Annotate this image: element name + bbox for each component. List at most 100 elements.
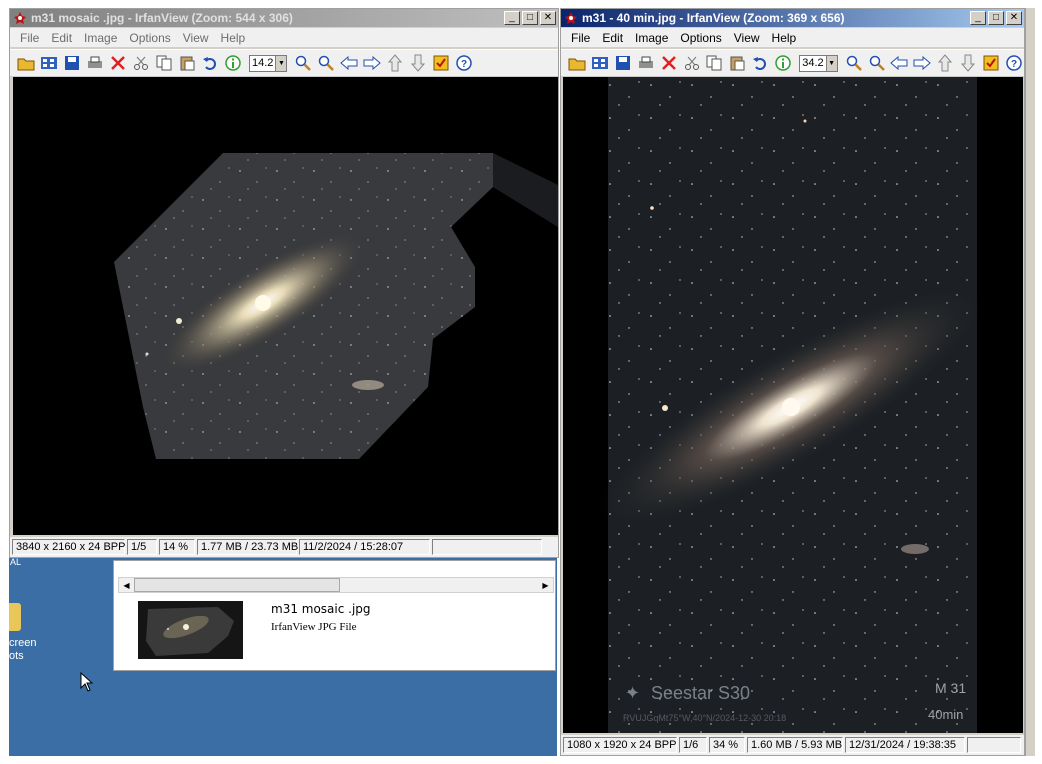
paste-icon[interactable] bbox=[727, 53, 747, 73]
menu-bar: File Edit Image Options View Help bbox=[10, 28, 558, 47]
menu-edit[interactable]: Edit bbox=[45, 31, 78, 45]
status-dimensions: 1080 x 1920 x 24 BPP bbox=[563, 737, 677, 753]
status-date: 11/2/2024 / 15:28:07 bbox=[299, 539, 430, 555]
zoom-out-icon[interactable] bbox=[316, 53, 336, 73]
save-icon[interactable] bbox=[613, 53, 633, 73]
copy-icon[interactable] bbox=[154, 53, 174, 73]
undo-icon[interactable] bbox=[750, 53, 770, 73]
menu-help[interactable]: Help bbox=[215, 31, 252, 45]
menu-bar: File Edit Image Options View Help bbox=[561, 28, 1024, 47]
desktop-label-screenshots-a[interactable]: creen bbox=[9, 637, 37, 649]
title-bar[interactable]: m31 - 40 min.jpg - IrfanView (Zoom: 369 … bbox=[561, 9, 1024, 27]
chevron-down-icon[interactable]: ▼ bbox=[275, 55, 287, 71]
open-folder-icon[interactable] bbox=[567, 53, 587, 73]
star-logo-icon: ✦ bbox=[625, 683, 640, 704]
thumbnails-icon[interactable] bbox=[590, 53, 610, 73]
status-empty bbox=[967, 737, 1021, 753]
next-icon[interactable] bbox=[362, 53, 382, 73]
menu-edit[interactable]: Edit bbox=[596, 31, 629, 45]
scroll-thumb[interactable] bbox=[134, 578, 340, 592]
watermark-duration: 40min bbox=[928, 707, 963, 722]
menu-options[interactable]: Options bbox=[123, 31, 176, 45]
minimize-button[interactable]: _ bbox=[970, 11, 986, 25]
title-bar[interactable]: m31 mosaic .jpg - IrfanView (Zoom: 544 x… bbox=[10, 9, 558, 27]
scroll-left-arrow-icon[interactable]: ◀ bbox=[119, 578, 134, 592]
cut-icon[interactable] bbox=[682, 53, 702, 73]
image-viewport[interactable] bbox=[13, 77, 558, 535]
maximize-button[interactable]: □ bbox=[988, 11, 1004, 25]
m31-mosaic-image bbox=[114, 153, 558, 459]
menu-options[interactable]: Options bbox=[674, 31, 727, 45]
zoom-out-icon[interactable] bbox=[867, 53, 887, 73]
delete-icon[interactable] bbox=[659, 53, 679, 73]
chevron-down-icon[interactable]: ▼ bbox=[825, 55, 837, 71]
help-icon[interactable]: ? bbox=[454, 53, 474, 73]
status-memory: 1.77 MB / 23.73 MB bbox=[197, 539, 298, 555]
info-icon[interactable] bbox=[223, 53, 243, 73]
menu-view[interactable]: View bbox=[177, 31, 215, 45]
delete-icon[interactable] bbox=[108, 53, 128, 73]
close-button[interactable]: ✕ bbox=[540, 11, 556, 25]
explorer-window: ◀ ▶ m31 mosaic .jpg IrfanView JPG File bbox=[113, 560, 556, 671]
zoom-in-icon[interactable] bbox=[844, 53, 864, 73]
cut-icon[interactable] bbox=[131, 53, 151, 73]
zoom-select[interactable]: 34.2 ▼ bbox=[799, 54, 838, 72]
print-icon[interactable] bbox=[85, 53, 105, 73]
save-icon[interactable] bbox=[62, 53, 82, 73]
menu-help[interactable]: Help bbox=[766, 31, 803, 45]
watermark-brand: Seestar S30 bbox=[651, 683, 750, 703]
move-up-icon[interactable] bbox=[385, 53, 405, 73]
status-file-index: 1/6 bbox=[679, 737, 707, 753]
close-button[interactable]: ✕ bbox=[1006, 11, 1022, 25]
file-thumbnail[interactable] bbox=[138, 601, 243, 659]
image-viewport[interactable]: Seestar S30 ✦ M 31 40min RVUJGqMt75°W,40… bbox=[563, 77, 1023, 733]
status-bar: 3840 x 2160 x 24 BPP 1/5 14 % 1.77 MB / … bbox=[10, 537, 558, 557]
thumbnails-icon[interactable] bbox=[39, 53, 59, 73]
background-window-edge[interactable] bbox=[1025, 8, 1035, 756]
watermark-coords: RVUJGqMt75°W,40°N/2024-12-30 20:18 bbox=[623, 713, 786, 723]
irfanview-app-icon bbox=[12, 11, 28, 25]
settings-check-icon[interactable] bbox=[431, 53, 451, 73]
file-name[interactable]: m31 mosaic .jpg bbox=[271, 602, 371, 616]
horizontal-scrollbar[interactable]: ◀ ▶ bbox=[118, 577, 554, 593]
desktop-label-screenshots-b[interactable]: ots bbox=[9, 650, 24, 662]
svg-text:?: ? bbox=[1011, 59, 1017, 70]
menu-image[interactable]: Image bbox=[629, 31, 674, 45]
previous-icon[interactable] bbox=[339, 53, 359, 73]
zoom-in-icon[interactable] bbox=[293, 53, 313, 73]
maximize-button[interactable]: □ bbox=[522, 11, 538, 25]
move-up-icon[interactable] bbox=[935, 53, 955, 73]
status-memory: 1.60 MB / 5.93 MB bbox=[747, 737, 843, 753]
toolbar: 34.2 ▼ ? bbox=[561, 49, 1024, 77]
menu-file[interactable]: File bbox=[14, 31, 45, 45]
scroll-right-arrow-icon[interactable]: ▶ bbox=[538, 578, 553, 592]
menu-file[interactable]: File bbox=[565, 31, 596, 45]
settings-check-icon[interactable] bbox=[981, 53, 1001, 73]
move-down-icon[interactable] bbox=[958, 53, 978, 73]
irfanview-app-icon bbox=[563, 11, 579, 25]
menu-view[interactable]: View bbox=[728, 31, 766, 45]
status-zoom: 34 % bbox=[709, 737, 745, 753]
zoom-value: 34.2 bbox=[802, 57, 824, 69]
folder-icon[interactable] bbox=[9, 603, 21, 631]
menu-image[interactable]: Image bbox=[78, 31, 123, 45]
info-icon[interactable] bbox=[773, 53, 793, 73]
zoom-select[interactable]: 14.2 ▼ bbox=[249, 54, 288, 72]
irfanview-window-40min: m31 - 40 min.jpg - IrfanView (Zoom: 369 … bbox=[560, 8, 1025, 756]
help-icon[interactable]: ? bbox=[1004, 53, 1024, 73]
irfanview-window-mosaic: m31 mosaic .jpg - IrfanView (Zoom: 544 x… bbox=[9, 8, 559, 558]
next-icon[interactable] bbox=[912, 53, 932, 73]
open-folder-icon[interactable] bbox=[16, 53, 36, 73]
mouse-cursor-icon bbox=[80, 671, 94, 695]
print-icon[interactable] bbox=[636, 53, 656, 73]
undo-icon[interactable] bbox=[200, 53, 220, 73]
m31-40min-image: Seestar S30 ✦ M 31 40min RVUJGqMt75°W,40… bbox=[598, 77, 984, 733]
previous-icon[interactable] bbox=[889, 53, 909, 73]
minimize-button[interactable]: _ bbox=[504, 11, 520, 25]
status-dimensions: 3840 x 2160 x 24 BPP bbox=[12, 539, 125, 555]
paste-icon[interactable] bbox=[177, 53, 197, 73]
move-down-icon[interactable] bbox=[408, 53, 428, 73]
copy-icon[interactable] bbox=[705, 53, 725, 73]
status-bar: 1080 x 1920 x 24 BPP 1/6 34 % 1.60 MB / … bbox=[561, 735, 1024, 755]
window-title: m31 mosaic .jpg - IrfanView (Zoom: 544 x… bbox=[31, 11, 293, 25]
